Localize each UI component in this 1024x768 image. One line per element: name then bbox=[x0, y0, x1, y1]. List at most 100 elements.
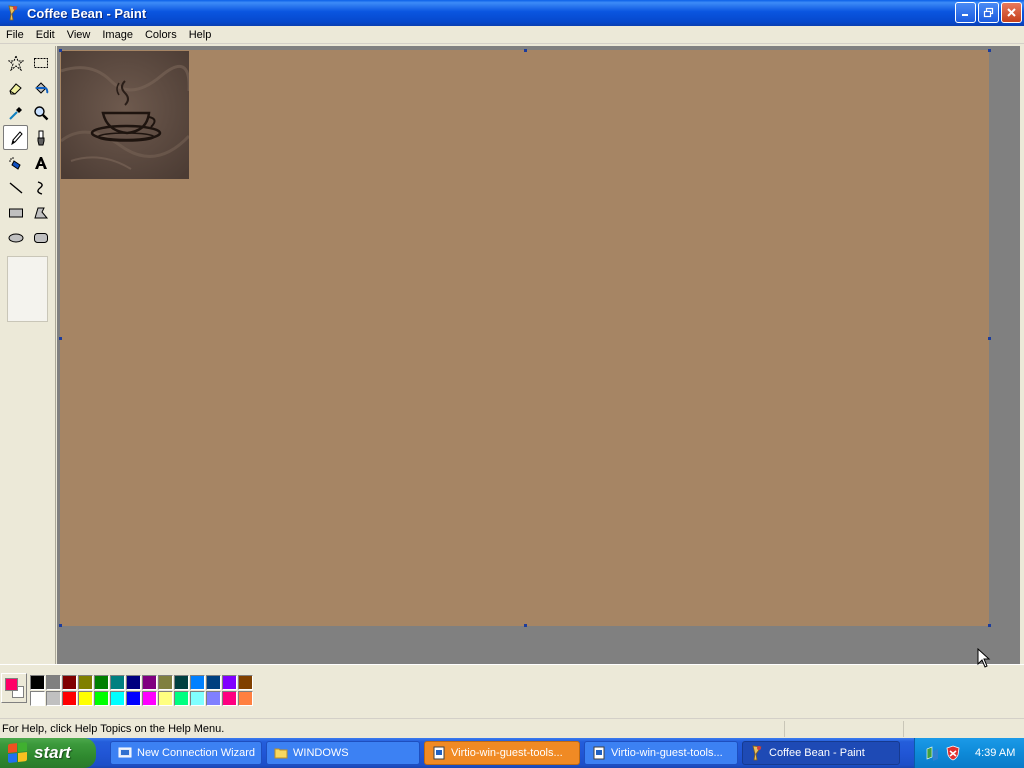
line-tool[interactable] bbox=[3, 175, 28, 200]
palette-swatch[interactable] bbox=[78, 675, 93, 690]
fill-tool[interactable] bbox=[28, 75, 53, 100]
network-wizard-icon bbox=[117, 745, 133, 761]
taskbar-button-virtio-2[interactable]: Virtio-win-guest-tools... bbox=[584, 741, 738, 765]
palette-swatch[interactable] bbox=[94, 691, 109, 706]
task-label: Coffee Bean - Paint bbox=[769, 747, 865, 759]
fill-bucket-icon bbox=[34, 81, 48, 94]
resize-handle[interactable] bbox=[524, 624, 527, 627]
palette-swatch[interactable] bbox=[78, 691, 93, 706]
rounded-rectangle-tool[interactable] bbox=[28, 225, 53, 250]
taskbar-button-new-connection-wizard[interactable]: New Connection Wizard bbox=[110, 741, 262, 765]
palette-swatch[interactable] bbox=[126, 675, 141, 690]
curve-tool[interactable] bbox=[28, 175, 53, 200]
pencil-icon bbox=[10, 130, 23, 145]
menu-view[interactable]: View bbox=[61, 26, 97, 44]
paint-icon bbox=[5, 5, 21, 21]
work-area bbox=[57, 46, 1022, 664]
brush-icon bbox=[37, 130, 44, 145]
rounded-rectangle-icon bbox=[33, 232, 48, 243]
coffee-bean-image bbox=[61, 51, 189, 179]
menu-edit[interactable]: Edit bbox=[30, 26, 61, 44]
color-palette bbox=[30, 675, 254, 707]
taskbar-button-paint[interactable]: Coffee Bean - Paint bbox=[742, 741, 900, 765]
ellipse-tool[interactable] bbox=[3, 225, 28, 250]
restore-icon bbox=[983, 7, 994, 18]
status-bar: For Help, click Help Topics on the Help … bbox=[0, 718, 1024, 738]
status-separator bbox=[784, 721, 785, 737]
current-colors bbox=[1, 673, 27, 703]
task-label: Virtio-win-guest-tools... bbox=[451, 747, 563, 759]
text-tool[interactable] bbox=[28, 150, 53, 175]
resize-handle[interactable] bbox=[988, 337, 991, 340]
palette-swatch[interactable] bbox=[206, 691, 221, 706]
menu-help[interactable]: Help bbox=[183, 26, 218, 44]
rect-select-icon bbox=[33, 57, 48, 68]
taskbar-button-virtio-1[interactable]: Virtio-win-guest-tools... bbox=[424, 741, 580, 765]
palette-swatch[interactable] bbox=[222, 675, 237, 690]
folder-icon bbox=[273, 745, 289, 761]
palette-swatch[interactable] bbox=[126, 691, 141, 706]
palette-swatch[interactable] bbox=[158, 675, 173, 690]
palette-swatch[interactable] bbox=[238, 691, 253, 706]
palette-swatch[interactable] bbox=[110, 691, 125, 706]
palette-swatch[interactable] bbox=[174, 691, 189, 706]
palette-swatch[interactable] bbox=[190, 675, 205, 690]
menu-image[interactable]: Image bbox=[96, 26, 139, 44]
palette-swatch[interactable] bbox=[62, 675, 77, 690]
status-separator bbox=[903, 721, 904, 737]
free-form-select-tool[interactable] bbox=[3, 50, 28, 75]
tool-options-box[interactable] bbox=[7, 256, 48, 322]
resize-handle[interactable] bbox=[988, 49, 991, 52]
network-tray-icon[interactable] bbox=[925, 745, 941, 761]
palette-swatch[interactable] bbox=[238, 675, 253, 690]
drawing-canvas[interactable] bbox=[60, 50, 989, 626]
palette-swatch[interactable] bbox=[62, 691, 77, 706]
rectangle-tool[interactable] bbox=[3, 200, 28, 225]
menu-file[interactable]: File bbox=[0, 26, 30, 44]
system-tray: 4:39 AM bbox=[914, 738, 1024, 768]
title-bar[interactable]: Coffee Bean - Paint bbox=[0, 0, 1024, 26]
airbrush-tool[interactable] bbox=[3, 150, 28, 175]
palette-swatch[interactable] bbox=[190, 691, 205, 706]
pencil-tool[interactable] bbox=[3, 125, 28, 150]
palette-swatch[interactable] bbox=[30, 691, 45, 706]
eraser-tool[interactable] bbox=[3, 75, 28, 100]
foreground-color bbox=[5, 678, 18, 691]
resize-handle bbox=[524, 49, 527, 52]
palette-swatch[interactable] bbox=[142, 691, 157, 706]
paint-icon bbox=[749, 745, 765, 761]
start-button[interactable]: start bbox=[0, 738, 96, 768]
status-help-text: For Help, click Help Topics on the Help … bbox=[2, 722, 225, 735]
menu-colors[interactable]: Colors bbox=[139, 26, 183, 44]
brush-tool[interactable] bbox=[28, 125, 53, 150]
restore-button[interactable] bbox=[978, 2, 999, 23]
palette-swatch[interactable] bbox=[222, 691, 237, 706]
palette-swatch[interactable] bbox=[46, 691, 61, 706]
palette-swatch[interactable] bbox=[94, 675, 109, 690]
select-tool[interactable] bbox=[28, 50, 53, 75]
polygon-tool[interactable] bbox=[28, 200, 53, 225]
palette-swatch[interactable] bbox=[110, 675, 125, 690]
windows-logo-icon bbox=[8, 742, 28, 764]
magnifier-tool[interactable] bbox=[28, 100, 53, 125]
palette-swatch[interactable] bbox=[46, 675, 61, 690]
rectangle-icon bbox=[8, 208, 23, 217]
taskbar-button-windows-folder[interactable]: WINDOWS bbox=[266, 741, 420, 765]
mouse-cursor-icon bbox=[977, 648, 991, 668]
clock[interactable]: 4:39 AM bbox=[975, 747, 1015, 759]
polygon-icon bbox=[33, 207, 48, 218]
palette-swatch[interactable] bbox=[142, 675, 157, 690]
resize-handle[interactable] bbox=[988, 624, 991, 627]
palette-swatch[interactable] bbox=[174, 675, 189, 690]
close-button[interactable] bbox=[1001, 2, 1022, 23]
airbrush-icon bbox=[8, 156, 21, 170]
pick-color-tool[interactable] bbox=[3, 100, 28, 125]
palette-swatch[interactable] bbox=[30, 675, 45, 690]
curve-icon bbox=[36, 180, 43, 195]
installer-icon bbox=[591, 745, 607, 761]
minimize-button[interactable] bbox=[955, 2, 976, 23]
palette-swatch[interactable] bbox=[206, 675, 221, 690]
security-shield-icon[interactable] bbox=[945, 745, 961, 761]
palette-swatch[interactable] bbox=[158, 691, 173, 706]
eyedropper-icon bbox=[8, 106, 22, 120]
